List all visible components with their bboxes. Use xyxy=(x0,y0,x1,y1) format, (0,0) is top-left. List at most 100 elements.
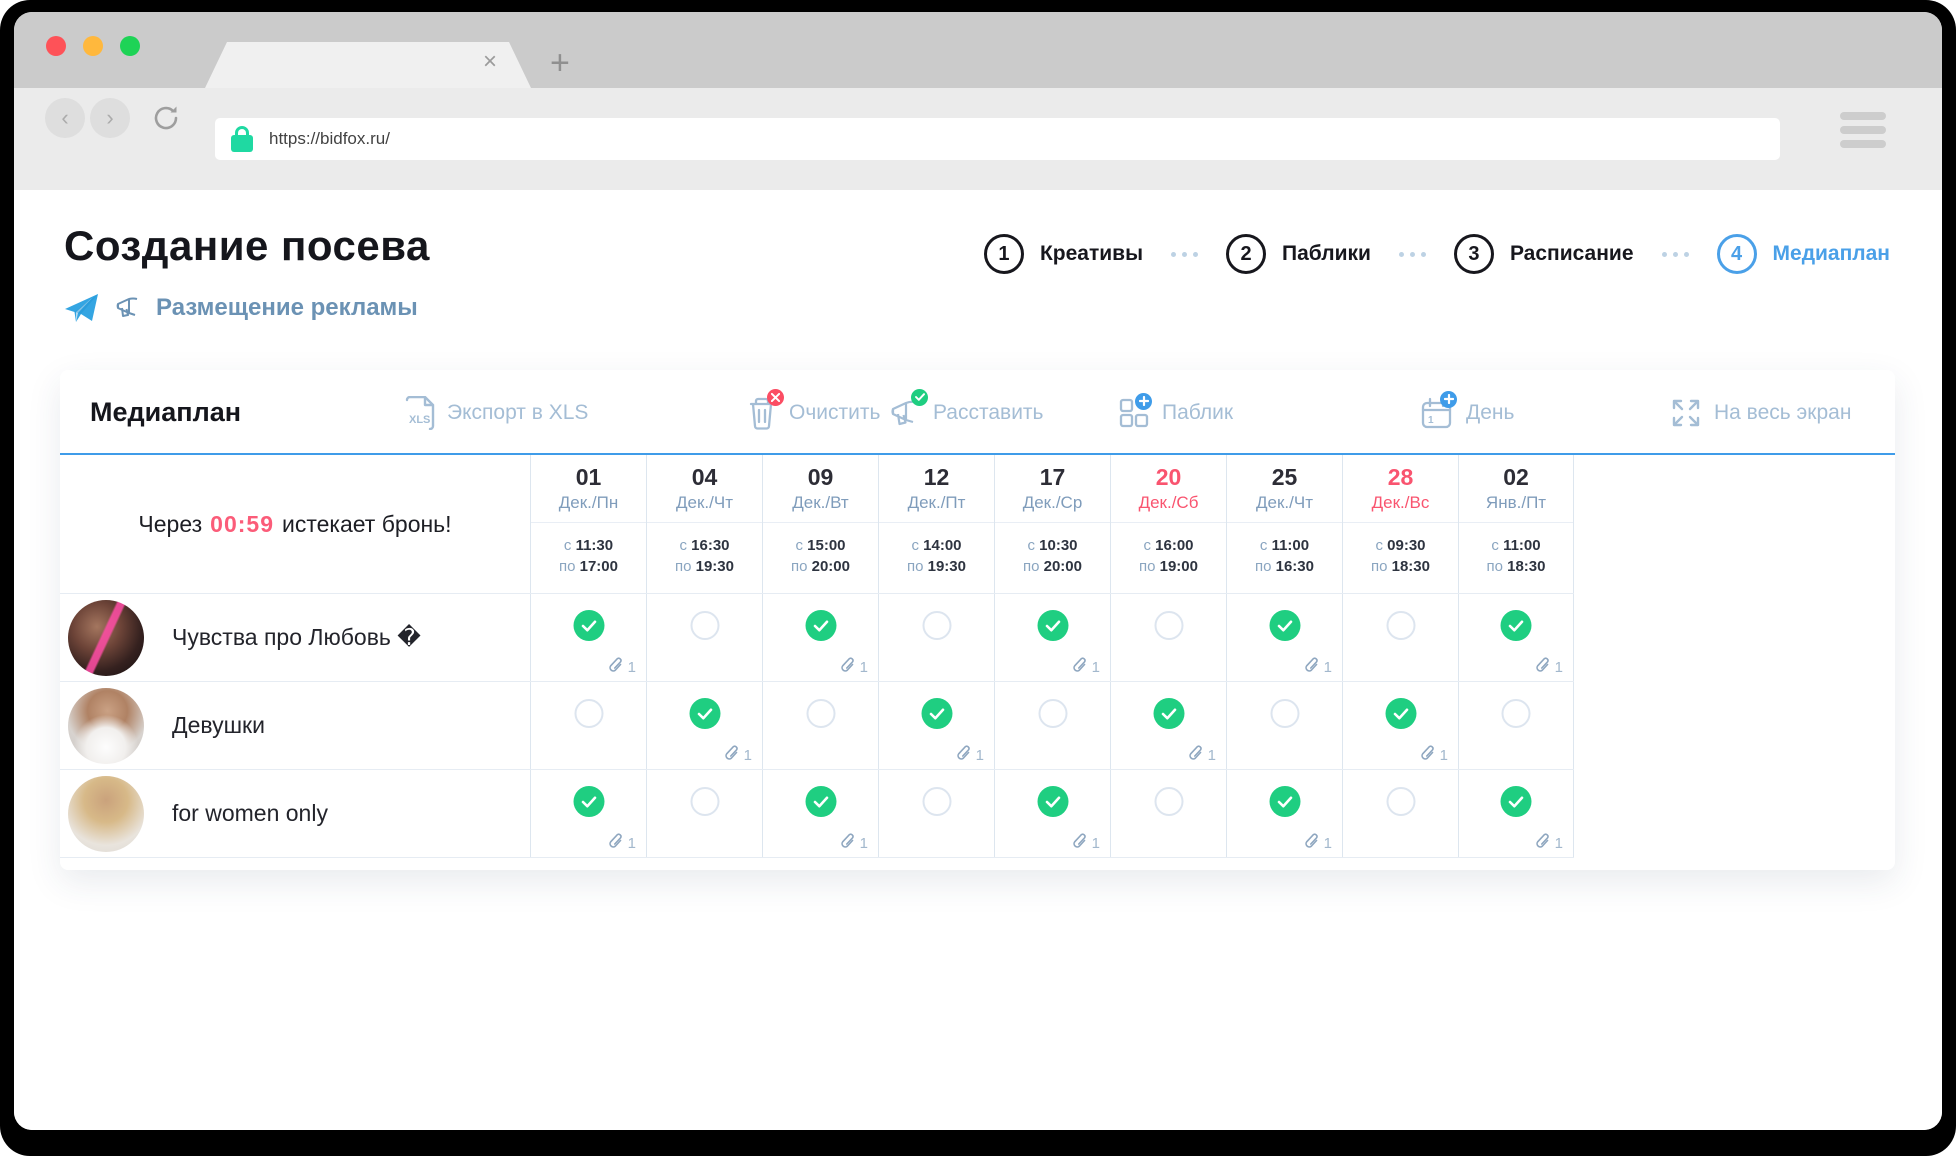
paperclip-icon xyxy=(841,657,856,677)
address-bar[interactable]: https://bidfox.ru/ xyxy=(215,118,1780,160)
schedule-cell[interactable]: 1 xyxy=(1226,594,1342,681)
time-to-value: 19:00 xyxy=(1160,558,1198,575)
date-column-header[interactable]: 01Дек./Пнс 11:30по 17:00 xyxy=(530,455,646,593)
stepper-step-паблики[interactable]: 2Паблики xyxy=(1226,234,1371,274)
export-xls-button[interactable]: XLS Экспорт в XLS xyxy=(405,370,588,455)
schedule-cell[interactable] xyxy=(1342,770,1458,857)
schedule-cell[interactable]: 1 xyxy=(530,594,646,681)
schedule-cell[interactable] xyxy=(1226,682,1342,769)
schedule-cell[interactable]: 1 xyxy=(762,594,878,681)
unchecked-circle-icon[interactable] xyxy=(690,611,719,640)
checked-icon[interactable] xyxy=(573,786,604,817)
maximize-window-button[interactable] xyxy=(120,36,140,56)
add-day-button[interactable]: 1 День xyxy=(1420,370,1514,455)
browser-tab[interactable]: × xyxy=(205,42,531,88)
close-window-button[interactable] xyxy=(46,36,66,56)
date-day: 25 xyxy=(1227,464,1342,492)
unchecked-circle-icon[interactable] xyxy=(1038,699,1067,728)
unchecked-circle-icon[interactable] xyxy=(1386,787,1415,816)
schedule-cell[interactable]: 1 xyxy=(762,770,878,857)
new-tab-button[interactable]: + xyxy=(550,46,570,80)
schedule-cell[interactable]: 1 xyxy=(1342,682,1458,769)
channel-name: Девушки xyxy=(172,712,265,739)
checked-icon[interactable] xyxy=(1385,698,1416,729)
date-column-header[interactable]: 04Дек./Чтс 16:30по 19:30 xyxy=(646,455,762,593)
tab-close-icon[interactable]: × xyxy=(483,50,497,74)
checked-icon[interactable] xyxy=(1269,786,1300,817)
schedule-cell[interactable]: 1 xyxy=(1226,770,1342,857)
date-column-header[interactable]: 20Дек./Сбс 16:00по 19:00 xyxy=(1110,455,1226,593)
subtitle-label[interactable]: Размещение рекламы xyxy=(156,294,418,322)
channel-avatar xyxy=(68,600,144,676)
arrange-button[interactable]: Расставить xyxy=(887,370,1044,455)
schedule-cell[interactable] xyxy=(1342,594,1458,681)
schedule-cell[interactable] xyxy=(994,682,1110,769)
schedule-cell[interactable]: 1 xyxy=(530,770,646,857)
checked-icon[interactable] xyxy=(1037,610,1068,641)
date-day: 02 xyxy=(1459,464,1573,492)
date-column-header[interactable]: 09Дек./Втс 15:00по 20:00 xyxy=(762,455,878,593)
date-column-header[interactable]: 28Дек./Всс 09:30по 18:30 xyxy=(1342,455,1458,593)
unchecked-circle-icon[interactable] xyxy=(1154,611,1183,640)
schedule-cell[interactable] xyxy=(646,594,762,681)
unchecked-circle-icon[interactable] xyxy=(922,611,951,640)
schedule-cell[interactable] xyxy=(878,770,994,857)
checked-icon[interactable] xyxy=(1501,610,1532,641)
schedule-cell[interactable]: 1 xyxy=(646,682,762,769)
minimize-window-button[interactable] xyxy=(83,36,103,56)
schedule-cell[interactable] xyxy=(1110,594,1226,681)
paperclip-icon xyxy=(609,833,624,853)
forward-button[interactable]: › xyxy=(90,98,130,138)
checked-icon[interactable] xyxy=(573,610,604,641)
schedule-cell[interactable]: 1 xyxy=(1458,770,1574,857)
schedule-cell[interactable] xyxy=(878,594,994,681)
stepper-step-креативы[interactable]: 1Креативы xyxy=(984,234,1143,274)
attachment-number: 1 xyxy=(1555,835,1563,852)
channel-name-cell: Чувства про Любовь � xyxy=(60,594,530,681)
add-public-button[interactable]: Паблик xyxy=(1118,370,1233,455)
date-column-header[interactable]: 12Дек./Птс 14:00по 19:30 xyxy=(878,455,994,593)
url-text[interactable]: https://bidfox.ru/ xyxy=(269,129,390,149)
date-column-header[interactable]: 25Дек./Чтс 11:00по 16:30 xyxy=(1226,455,1342,593)
unchecked-circle-icon[interactable] xyxy=(1502,699,1531,728)
schedule-cell[interactable]: 1 xyxy=(1458,594,1574,681)
schedule-cell[interactable]: 1 xyxy=(994,594,1110,681)
schedule-cell[interactable] xyxy=(1110,770,1226,857)
unchecked-circle-icon[interactable] xyxy=(1154,787,1183,816)
menu-button[interactable] xyxy=(1840,112,1886,148)
unchecked-circle-icon[interactable] xyxy=(574,699,603,728)
checked-icon[interactable] xyxy=(689,698,720,729)
fullscreen-button[interactable]: На весь экран xyxy=(1670,370,1851,455)
unchecked-circle-icon[interactable] xyxy=(690,787,719,816)
clear-button[interactable]: Очистить xyxy=(747,370,880,455)
date-column-header[interactable]: 17Дек./Срс 10:30по 20:00 xyxy=(994,455,1110,593)
unchecked-circle-icon[interactable] xyxy=(806,699,835,728)
schedule-cell[interactable] xyxy=(762,682,878,769)
stepper-step-расписание[interactable]: 3Расписание xyxy=(1454,234,1634,274)
checked-icon[interactable] xyxy=(1153,698,1184,729)
schedule-cell[interactable] xyxy=(1458,682,1574,769)
arrange-label: Расставить xyxy=(933,401,1044,425)
back-button[interactable]: ‹ xyxy=(45,98,85,138)
checked-icon[interactable] xyxy=(921,698,952,729)
date-column-header[interactable]: 02Янв./Птс 11:00по 18:30 xyxy=(1458,455,1574,593)
schedule-cell[interactable]: 1 xyxy=(994,770,1110,857)
checked-icon[interactable] xyxy=(805,610,836,641)
schedule-cell[interactable]: 1 xyxy=(878,682,994,769)
checked-icon[interactable] xyxy=(1501,786,1532,817)
schedule-cell[interactable] xyxy=(646,770,762,857)
checked-icon[interactable] xyxy=(1269,610,1300,641)
stepper-step-медиаплан[interactable]: 4Медиаплан xyxy=(1717,234,1890,274)
unchecked-circle-icon[interactable] xyxy=(1386,611,1415,640)
time-from-value: 16:00 xyxy=(1155,537,1193,554)
reload-button[interactable] xyxy=(146,98,186,138)
unchecked-circle-icon[interactable] xyxy=(922,787,951,816)
checked-icon[interactable] xyxy=(805,786,836,817)
schedule-cell[interactable] xyxy=(530,682,646,769)
arrange-megaphone-icon xyxy=(887,396,921,430)
schedule-cell[interactable]: 1 xyxy=(1110,682,1226,769)
telegram-icon xyxy=(64,292,100,324)
attachment-number: 1 xyxy=(628,835,636,852)
unchecked-circle-icon[interactable] xyxy=(1270,699,1299,728)
checked-icon[interactable] xyxy=(1037,786,1068,817)
